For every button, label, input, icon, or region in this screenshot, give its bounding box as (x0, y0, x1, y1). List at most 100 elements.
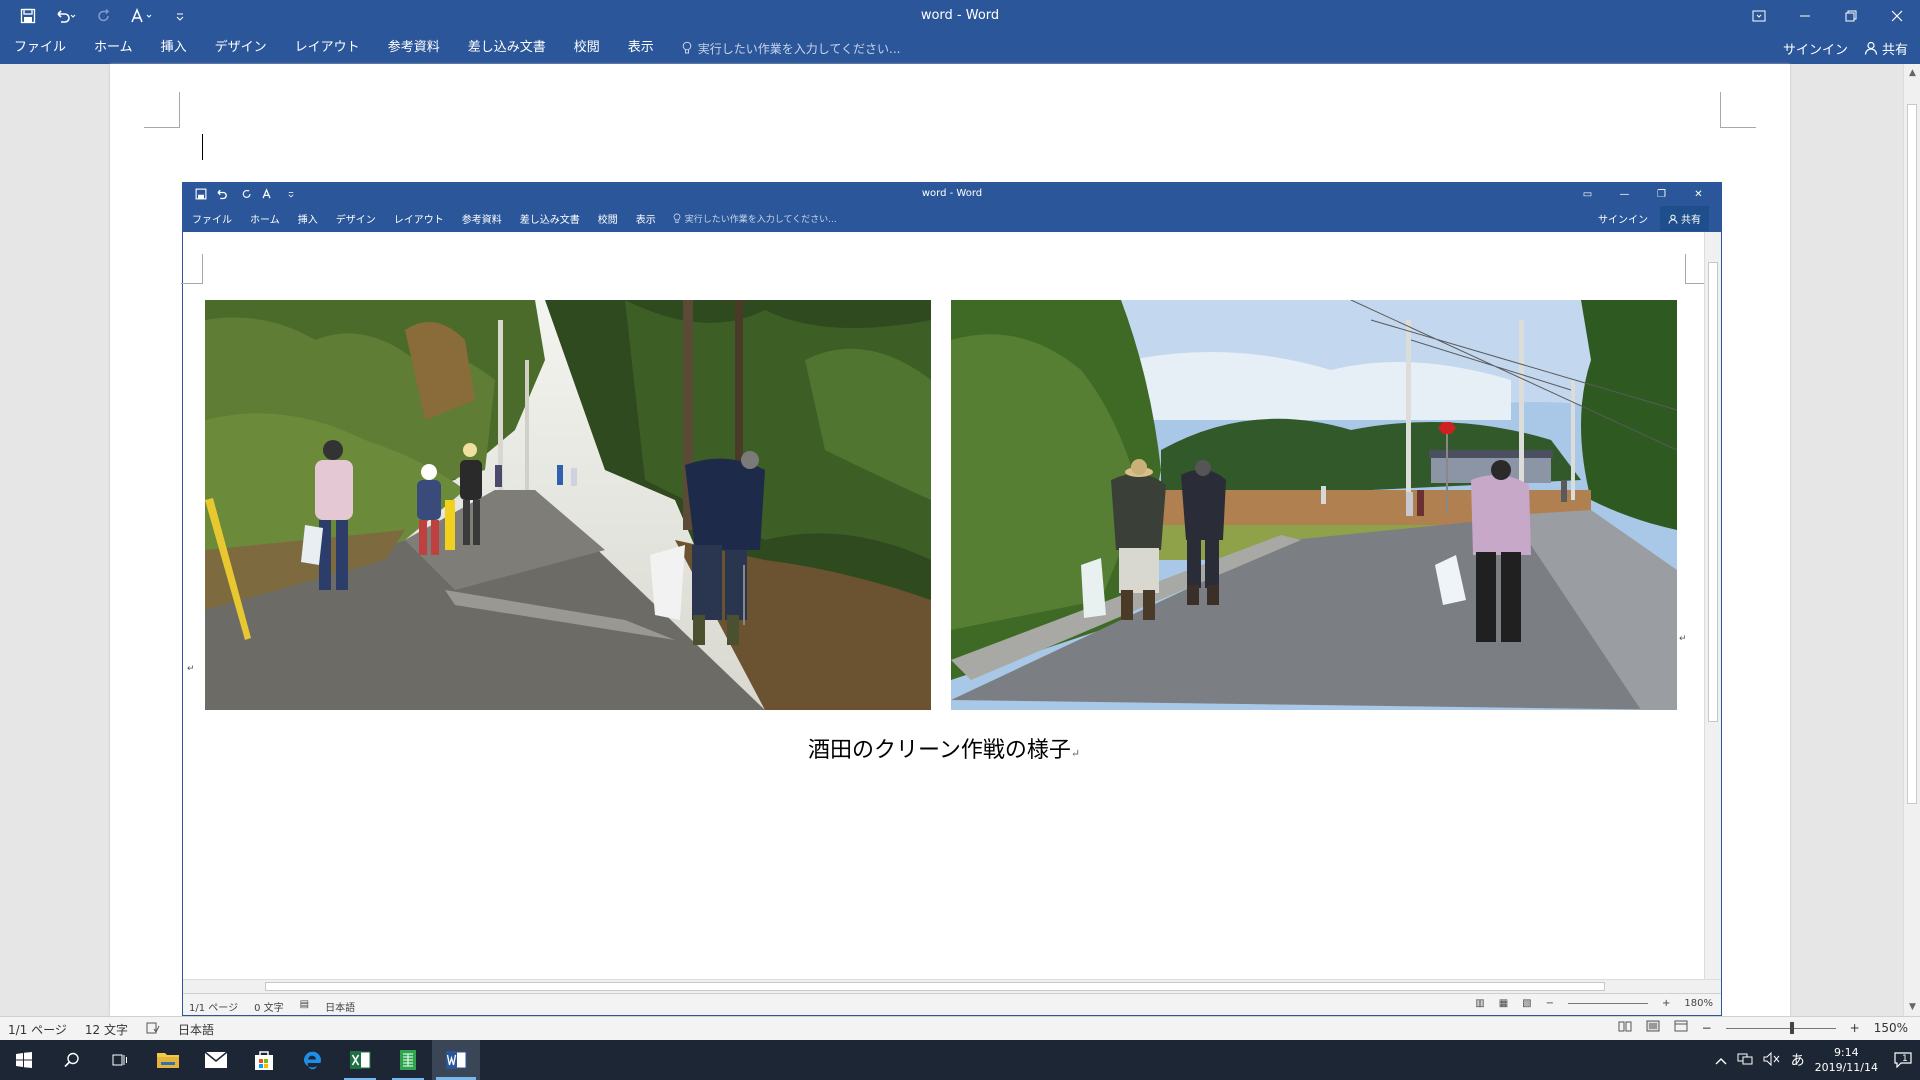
zoom-out-icon[interactable]: − (1702, 1021, 1712, 1035)
ribbon-display-options-icon[interactable] (1736, 0, 1782, 32)
tab-mailings[interactable]: 差し込み文書 (454, 32, 560, 64)
start-button[interactable] (0, 1040, 48, 1080)
inner-ribbon-options-icon: ▭ (1582, 188, 1593, 200)
inner-share-button: 共有 (1660, 206, 1709, 231)
word-count[interactable]: 12 文字 (85, 1021, 128, 1038)
window-controls (1736, 0, 1920, 32)
cleanup-photo-forest-road[interactable] (205, 300, 931, 710)
edge-icon (303, 1051, 321, 1070)
text-cursor (202, 134, 203, 160)
network-icon[interactable] (1737, 1051, 1753, 1070)
inner-web-layout-icon: ▧ (1522, 998, 1532, 1009)
language-indicator[interactable]: 日本語 (178, 1021, 214, 1038)
system-clock[interactable]: 9:14 2019/11/14 (1815, 1045, 1878, 1075)
tab-view[interactable]: 表示 (614, 32, 668, 64)
search-button[interactable] (48, 1040, 96, 1080)
web-layout-icon[interactable] (1674, 1020, 1688, 1035)
task-view-button[interactable] (96, 1040, 144, 1080)
vertical-scrollbar[interactable]: ▲ ▼ (1903, 64, 1920, 1016)
windows-taskbar: あ 9:14 2019/11/14 1 (0, 1040, 1920, 1080)
ime-indicator[interactable]: あ (1791, 1050, 1805, 1070)
share-label: 共有 (1881, 42, 1908, 58)
taskbar-word[interactable] (432, 1040, 480, 1080)
taskbar-mail[interactable] (192, 1040, 240, 1080)
inner-proofing-icon: ▤ (299, 999, 310, 1010)
share-button[interactable]: 共有 (1864, 39, 1908, 58)
inner-person-icon (1668, 214, 1678, 224)
embedded-word-screenshot[interactable]: word - Word ▭ — ❐ ✕ ファイル ホーム 挿入 デザイン レイア… (181, 182, 1722, 1016)
tell-me-box[interactable]: 実行したい作業を入力してください... (682, 40, 900, 57)
zoom-slider-knob[interactable] (1789, 1021, 1794, 1034)
search-icon (64, 1052, 79, 1068)
inner-margin-marker-top-left (181, 254, 203, 284)
inner-tab-insert: 挿入 (297, 215, 318, 226)
inner-window-title: word - Word (921, 188, 983, 199)
inner-tab-references: 参考資料 (461, 215, 502, 226)
excel-icon (350, 1051, 371, 1069)
scroll-down-icon[interactable]: ▼ (1904, 1000, 1920, 1014)
inner-vertical-scrollbar (1704, 232, 1721, 979)
tab-insert[interactable]: 挿入 (147, 32, 201, 64)
inner-language: 日本語 (325, 1003, 356, 1014)
page-count[interactable]: 1/1 ページ (8, 1021, 67, 1038)
zoom-level[interactable]: 150% (1874, 1021, 1908, 1035)
inner-status-bar: 1/1 ページ 0 文字 ▤ 日本語 ▥ ▦ ▧ − + 180% (183, 993, 1721, 1015)
scroll-up-icon[interactable]: ▲ (1904, 66, 1920, 80)
status-bar: 1/1 ページ 12 文字 日本語 − + 150% (0, 1016, 1920, 1040)
inner-horizontal-scrollbar (183, 979, 1721, 993)
inner-close-icon: ✕ (1694, 188, 1703, 200)
inner-restore-icon: ❐ (1657, 188, 1666, 200)
inner-ribbon: ファイル ホーム 挿入 デザイン レイアウト 参考資料 差し込み文書 校閲 表示… (183, 205, 1721, 232)
inner-zoom-out-icon: − (1545, 998, 1555, 1009)
scroll-thumb[interactable] (1907, 104, 1917, 804)
tab-review[interactable]: 校閲 (560, 32, 614, 64)
tab-design[interactable]: デザイン (201, 32, 281, 64)
volume-muted-icon[interactable] (1763, 1051, 1781, 1070)
inner-tab-layout: レイアウト (393, 215, 444, 226)
inner-tab-design: デザイン (335, 215, 376, 226)
zoom-in-icon[interactable]: + (1850, 1021, 1860, 1035)
close-icon[interactable] (1874, 0, 1920, 32)
restore-icon[interactable] (1828, 0, 1874, 32)
tab-file[interactable]: ファイル (0, 32, 80, 64)
inner-read-mode-icon: ▥ (1475, 998, 1485, 1009)
inner-zoom-in-icon: + (1662, 998, 1671, 1009)
clock-date: 2019/11/14 (1814, 1061, 1878, 1074)
tab-references[interactable]: 参考資料 (374, 32, 454, 64)
taskbar-store[interactable] (240, 1040, 288, 1080)
inner-tab-view: 表示 (635, 215, 656, 226)
proofing-icon[interactable] (146, 1022, 160, 1037)
read-mode-icon[interactable] (1618, 1020, 1632, 1035)
taskbar-excel[interactable] (336, 1040, 384, 1080)
inner-hscroll-thumb (265, 982, 1605, 991)
person-icon (1864, 41, 1878, 55)
cleanup-photo-rural-road[interactable] (951, 300, 1677, 710)
clock-time: 9:14 (1833, 1046, 1859, 1059)
inner-share-label: 共有 (1681, 215, 1701, 226)
notification-count: 1 (1902, 1054, 1908, 1064)
print-layout-icon[interactable] (1646, 1020, 1660, 1035)
inner-tell-me-box: 実行したい作業を入力してください... (673, 212, 837, 225)
minimize-icon[interactable] (1782, 0, 1828, 32)
inner-lightbulb-icon (673, 213, 681, 223)
paragraph-mark: ↵ (1679, 634, 1687, 644)
inner-tab-mailings: 差し込み文書 (519, 215, 580, 226)
taskbar-file-explorer[interactable] (144, 1040, 192, 1080)
inner-tab-home: ホーム (250, 215, 280, 226)
window-title: word - Word (920, 8, 1000, 23)
paragraph-mark: ↵ (1070, 747, 1081, 760)
zoom-slider[interactable] (1725, 1021, 1836, 1035)
tab-layout[interactable]: レイアウト (281, 32, 374, 64)
inner-minimize-icon: — (1619, 188, 1630, 200)
taskbar-spreadsheet-app[interactable] (384, 1040, 432, 1080)
taskbar-edge[interactable] (288, 1040, 336, 1080)
title-bar: word - Word (0, 0, 1920, 32)
action-center-button[interactable]: 1 (1888, 1052, 1912, 1068)
show-hidden-icons-icon[interactable] (1715, 1051, 1727, 1070)
inner-document-page: ↵ ↵ 酒田のクリーン作戦の様子↵ (181, 232, 1707, 979)
signin-link[interactable]: サインイン (1783, 39, 1848, 58)
mail-icon (204, 1051, 228, 1068)
task-view-icon (112, 1054, 127, 1066)
inner-print-layout-icon: ▦ (1498, 998, 1509, 1009)
tab-home[interactable]: ホーム (80, 32, 147, 64)
